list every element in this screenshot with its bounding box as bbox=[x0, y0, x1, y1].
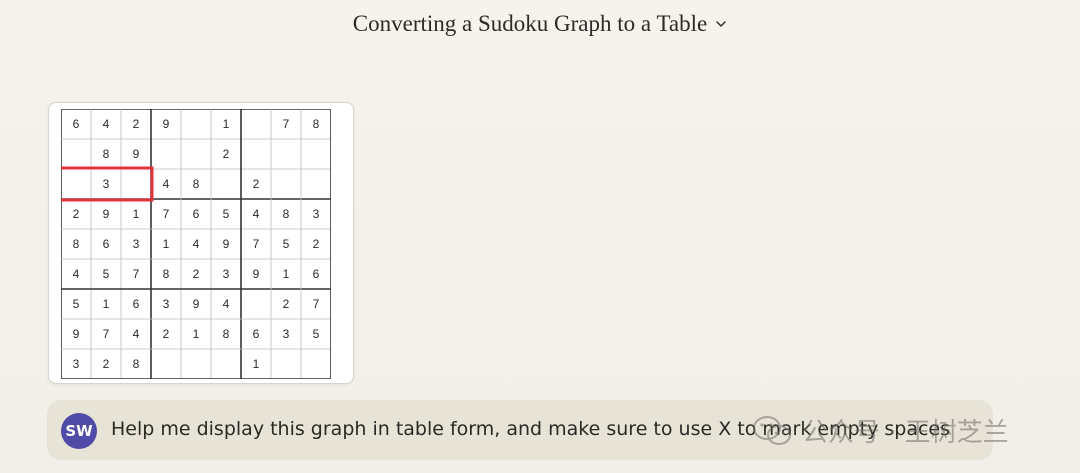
sudoku-cell-value: 9 bbox=[103, 207, 110, 221]
sudoku-cell-value: 3 bbox=[163, 297, 170, 311]
sudoku-cell-value: 9 bbox=[163, 117, 170, 131]
conversation-title: Converting a Sudoku Graph to a Table bbox=[352, 11, 708, 36]
sudoku-cell-value: 1 bbox=[283, 267, 290, 281]
sudoku-cell-value: 6 bbox=[193, 207, 200, 221]
sudoku-cell-value: 8 bbox=[283, 207, 290, 221]
sudoku-cell-value: 9 bbox=[193, 297, 200, 311]
sudoku-cell-value: 7 bbox=[283, 117, 290, 131]
sudoku-cell-value: 5 bbox=[73, 297, 80, 311]
sudoku-cell-value: 2 bbox=[193, 267, 200, 281]
sudoku-cell-value: 1 bbox=[193, 327, 200, 341]
sudoku-cell-value: 1 bbox=[253, 357, 260, 371]
sudoku-cell-value: 7 bbox=[313, 297, 320, 311]
sudoku-cell-value: 2 bbox=[253, 177, 260, 191]
sudoku-cell-value: 4 bbox=[253, 207, 260, 221]
conversation-title-dropdown[interactable]: Converting a Sudoku Graph to a Table bbox=[353, 11, 727, 37]
sudoku-cell-value: 1 bbox=[223, 117, 230, 131]
sudoku-cell-value: 5 bbox=[223, 207, 230, 221]
sudoku-cell-value: 9 bbox=[253, 267, 260, 281]
sudoku-cell-value: 5 bbox=[103, 267, 110, 281]
sudoku-cell-value: 6 bbox=[133, 297, 140, 311]
sudoku-cell-value: 4 bbox=[163, 177, 170, 191]
sudoku-cell-value: 7 bbox=[103, 327, 110, 341]
sudoku-cell-value: 7 bbox=[133, 267, 140, 281]
sudoku-cell-value: 4 bbox=[133, 327, 140, 341]
sudoku-cell-value: 9 bbox=[133, 147, 140, 161]
sudoku-cell-value: 6 bbox=[73, 117, 80, 131]
sudoku-cell-value: 6 bbox=[253, 327, 260, 341]
sudoku-cell-value: 2 bbox=[313, 237, 320, 251]
sudoku-cell-value: 4 bbox=[223, 297, 230, 311]
sudoku-cell-value: 1 bbox=[163, 237, 170, 251]
sudoku-cell-value: 4 bbox=[73, 267, 80, 281]
sudoku-cell-value: 7 bbox=[163, 207, 170, 221]
sudoku-cell-value: 2 bbox=[283, 297, 290, 311]
sudoku-image: 6 4 2 9 1 7 8 8 9 2 3 4 8 2 2 9 1 7 6 5 4 8 3 8 6 3 1 4 9 7 5 2 4 5 7 8 2 3 9 1… bbox=[61, 109, 331, 379]
sudoku-cell-value: 6 bbox=[313, 267, 320, 281]
sudoku-cell-value: 2 bbox=[133, 117, 140, 131]
sudoku-cell-value: 8 bbox=[163, 267, 170, 281]
sudoku-cell-value: 7 bbox=[253, 237, 260, 251]
user-message-text: Help me display this graph in table form… bbox=[111, 418, 951, 440]
user-message-bubble: SW Help me display this graph in table f… bbox=[47, 400, 993, 460]
conversation-title-bar[interactable]: Converting a Sudoku Graph to a Table bbox=[0, 11, 1080, 37]
sudoku-cell-value: 4 bbox=[103, 117, 110, 131]
sudoku-cell-value: 2 bbox=[223, 147, 230, 161]
sudoku-cell-value: 3 bbox=[223, 267, 230, 281]
sudoku-cell-value: 3 bbox=[313, 207, 320, 221]
sudoku-cell-value: 3 bbox=[133, 237, 140, 251]
sudoku-cell-value: 1 bbox=[103, 297, 110, 311]
sudoku-cell-value: 3 bbox=[283, 327, 290, 341]
sudoku-cell-value: 3 bbox=[73, 357, 80, 371]
sudoku-cell-value: 6 bbox=[103, 237, 110, 251]
sudoku-cell-value: 9 bbox=[73, 327, 80, 341]
sudoku-cell-value: 8 bbox=[223, 327, 230, 341]
sudoku-cell-value: 2 bbox=[103, 357, 110, 371]
sudoku-cell-value: 9 bbox=[223, 237, 230, 251]
sudoku-cell-value: 3 bbox=[103, 177, 110, 191]
sudoku-cell-value: 1 bbox=[133, 207, 140, 221]
sudoku-cell-value: 8 bbox=[193, 177, 200, 191]
sudoku-cell-value: 2 bbox=[163, 327, 170, 341]
sudoku-cell-value: 8 bbox=[73, 237, 80, 251]
sudoku-cell-value: 5 bbox=[313, 327, 320, 341]
sudoku-cell-value: 2 bbox=[73, 207, 80, 221]
user-avatar: SW bbox=[61, 413, 97, 449]
sudoku-cell-value: 5 bbox=[283, 237, 290, 251]
sudoku-cell-value: 4 bbox=[193, 237, 200, 251]
chevron-down-icon bbox=[716, 21, 726, 27]
sudoku-cell-value: 8 bbox=[313, 117, 320, 131]
sudoku-cell-value: 8 bbox=[103, 147, 110, 161]
sudoku-cell-value: 8 bbox=[133, 357, 140, 371]
attached-image-card[interactable]: 6 4 2 9 1 7 8 8 9 2 3 4 8 2 2 9 1 7 6 5 4 8 3 8 6 3 1 4 9 7 5 2 4 5 7 8 2 3 9 1… bbox=[48, 102, 354, 384]
